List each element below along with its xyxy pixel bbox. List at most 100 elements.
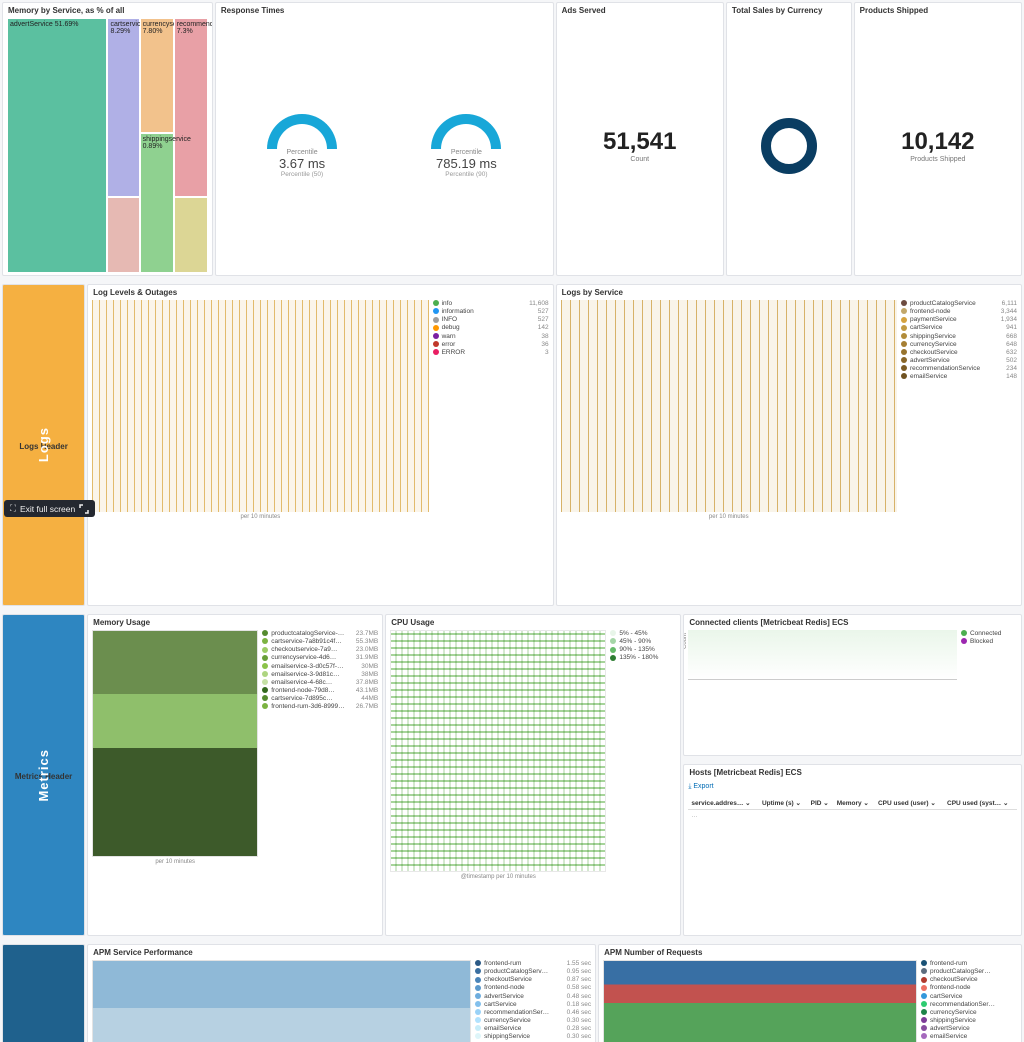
legend-item[interactable]: checkoutService bbox=[921, 976, 1017, 984]
area-chart[interactable] bbox=[92, 960, 471, 1042]
legend-item[interactable]: cartService 941 bbox=[901, 324, 1017, 332]
legend-item[interactable]: shippingService 668 bbox=[901, 333, 1017, 341]
legend-item[interactable]: INFO 527 bbox=[433, 316, 549, 324]
legend-item[interactable]: frontend-node 3,344 bbox=[901, 308, 1017, 316]
legend-item[interactable]: 135% - 180% bbox=[610, 654, 676, 662]
legend-item[interactable]: frontend-rum bbox=[921, 960, 1017, 968]
panel-apm-requests[interactable]: APM Number of Requests @timestamp per 10… bbox=[598, 944, 1022, 1042]
legend-item[interactable]: advertService 0.48 sec bbox=[475, 993, 591, 1001]
panel-title: Memory by Service, as % of all bbox=[3, 3, 212, 16]
legend-item[interactable]: 45% - 90% bbox=[610, 638, 676, 646]
legend-item[interactable]: 90% - 135% bbox=[610, 646, 676, 654]
legend-item[interactable]: frontend-node 0.58 sec bbox=[475, 984, 591, 992]
panel-total-sales[interactable]: Total Sales by Currency bbox=[726, 2, 852, 276]
panel-products-shipped[interactable]: Products Shipped 10,142 Products Shipped bbox=[854, 2, 1022, 276]
legend-item[interactable]: info 11,608 bbox=[433, 300, 549, 308]
legend-item[interactable]: ERROR 3 bbox=[433, 349, 549, 357]
legend-item[interactable]: cartService bbox=[921, 993, 1017, 1001]
line-chart[interactable] bbox=[688, 630, 957, 680]
legend-item[interactable]: currencyService 648 bbox=[901, 341, 1017, 349]
table-column-header[interactable]: CPU used (syst… ⌄ bbox=[944, 797, 1017, 810]
exit-fullscreen-button[interactable]: ⛶ Exit full screen bbox=[4, 500, 95, 517]
panel-memory-by-service[interactable]: Memory by Service, as % of all advertSer… bbox=[2, 2, 213, 276]
legend-item[interactable]: 5% - 45% bbox=[610, 630, 676, 638]
table-row[interactable]: … bbox=[688, 810, 1017, 822]
legend-item[interactable]: warn 38 bbox=[433, 333, 549, 341]
panel-log-levels[interactable]: Log Levels & Outages per 10 minutes info… bbox=[87, 284, 553, 606]
table-column-header[interactable]: service.addres… ⌄ bbox=[688, 797, 759, 810]
legend-item[interactable]: information 527 bbox=[433, 308, 549, 316]
legend-item[interactable]: Connected bbox=[961, 630, 1017, 638]
legend-item[interactable]: cartservice-7d895c… 44MB bbox=[262, 695, 378, 703]
legend-item[interactable]: emailservice-3-d0c57f-… 30MB bbox=[262, 663, 378, 671]
legend-item[interactable]: recommendationSer… 0.46 sec bbox=[475, 1009, 591, 1017]
legend-item[interactable]: currencyService 0.30 sec bbox=[475, 1017, 591, 1025]
export-link[interactable]: ⤓ Export bbox=[688, 781, 713, 793]
treemap-cell[interactable]: recommendationser 7.3% bbox=[174, 18, 208, 197]
legend-item[interactable]: productCatalogServ… 0.95 sec bbox=[475, 968, 591, 976]
legend-item[interactable]: emailservice-3-9d81c… 38MB bbox=[262, 671, 378, 679]
legend-item[interactable]: emailService bbox=[921, 1033, 1017, 1041]
bar-chart[interactable] bbox=[92, 300, 428, 512]
area-chart[interactable] bbox=[603, 960, 917, 1042]
table-column-header[interactable]: PID ⌄ bbox=[808, 797, 834, 810]
legend-item[interactable]: recommendationService 234 bbox=[901, 365, 1017, 373]
legend-item[interactable]: advertService bbox=[921, 1025, 1017, 1033]
metric-value: 10,142 bbox=[901, 128, 974, 156]
legend[interactable]: frontend-rumproductCatalogSer…checkoutSe… bbox=[917, 960, 1017, 1042]
legend-item[interactable]: productCatalogSer… bbox=[921, 968, 1017, 976]
legend[interactable]: 5% - 45%45% - 90%90% - 135%135% - 180% bbox=[606, 630, 676, 933]
legend-item[interactable]: checkoutService 632 bbox=[901, 349, 1017, 357]
legend-item[interactable]: frontend-rum-3d6-8999… 26.7MB bbox=[262, 703, 378, 711]
treemap-cell[interactable]: cartservice 8.29% bbox=[107, 18, 139, 197]
panel-apm-performance[interactable]: APM Service Performance per 10 minutes f… bbox=[87, 944, 596, 1042]
legend[interactable]: frontend-rum 1.55 secproductCatalogServ…… bbox=[471, 960, 591, 1042]
panel-memory-usage[interactable]: Memory Usage per 10 minutes productcatal… bbox=[87, 614, 383, 936]
panel-cpu-usage[interactable]: CPU Usage @timestamp per 10 minutes 5% -… bbox=[385, 614, 681, 936]
table-column-header[interactable]: Memory ⌄ bbox=[834, 797, 875, 810]
legend-item[interactable]: paymentService 1,934 bbox=[901, 316, 1017, 324]
legend-item[interactable]: emailService 0.28 sec bbox=[475, 1025, 591, 1033]
legend-item[interactable]: error 36 bbox=[433, 341, 549, 349]
legend-item[interactable]: currencyservice-4d6… 31.9MB bbox=[262, 654, 378, 662]
legend-item[interactable]: emailService 148 bbox=[901, 373, 1017, 381]
panel-logs-by-service[interactable]: Logs by Service per 10 minutes productCa… bbox=[556, 284, 1022, 606]
table-column-header[interactable]: Uptime (s) ⌄ bbox=[759, 797, 808, 810]
legend-item[interactable]: Blocked bbox=[961, 638, 1017, 646]
legend[interactable]: productCatalogService 6,111frontend-node… bbox=[897, 300, 1017, 603]
table-column-header[interactable]: CPU used (user) ⌄ bbox=[875, 797, 944, 810]
treemap-cell[interactable] bbox=[174, 197, 208, 274]
treemap-cell[interactable]: shippingservice 0.89% bbox=[140, 133, 174, 273]
area-chart[interactable] bbox=[92, 630, 258, 857]
legend-item[interactable]: frontend-rum 1.55 sec bbox=[475, 960, 591, 968]
legend-item[interactable]: advertService 502 bbox=[901, 357, 1017, 365]
legend-item[interactable]: debug 142 bbox=[433, 324, 549, 332]
legend-item[interactable]: productCatalogService 6,111 bbox=[901, 300, 1017, 308]
legend-item[interactable]: checkoutservice-7a9… 23.0MB bbox=[262, 646, 378, 654]
panel-ads-served[interactable]: Ads Served 51,541 Count bbox=[556, 2, 724, 276]
treemap-cell[interactable]: advertService 51.69% bbox=[7, 18, 107, 273]
bar-chart[interactable] bbox=[561, 300, 897, 512]
hosts-table[interactable]: service.addres… ⌄Uptime (s) ⌄PID ⌄Memory… bbox=[688, 797, 1017, 821]
panel-hosts-redis[interactable]: Hosts [Metricbeat Redis] ECS ⤓ Export se… bbox=[683, 764, 1022, 936]
legend-item[interactable]: shippingService 0.30 sec bbox=[475, 1033, 591, 1041]
legend-item[interactable]: recommendationSer… bbox=[921, 1001, 1017, 1009]
legend-item[interactable]: emailservice-4-68c… 37.8MB bbox=[262, 679, 378, 687]
legend-item[interactable]: currencyService bbox=[921, 1009, 1017, 1017]
legend-item[interactable]: checkoutService 0.87 sec bbox=[475, 976, 591, 984]
panel-connected-clients[interactable]: Connected clients [Metricbeat Redis] ECS… bbox=[683, 614, 1022, 756]
legend[interactable]: info 11,608information 527INFO 527debug … bbox=[429, 300, 549, 603]
treemap-cell[interactable]: currencyservice 7.80% bbox=[140, 18, 174, 133]
legend-item[interactable]: cartService 0.18 sec bbox=[475, 1001, 591, 1009]
legend-item[interactable]: frontend-node-79d8… 43.1MB bbox=[262, 687, 378, 695]
legend-item[interactable]: frontend-node bbox=[921, 984, 1017, 992]
legend-item[interactable]: cartservice-7a8b91c4f… 55.3MB bbox=[262, 638, 378, 646]
heatmap[interactable] bbox=[390, 630, 606, 872]
legend-item[interactable]: productcatalogService-… 23.7MB bbox=[262, 630, 378, 638]
legend[interactable]: ConnectedBlocked bbox=[957, 630, 1017, 753]
panel-response-times[interactable]: Response Times Percentile 3.67 ms Percen… bbox=[215, 2, 554, 276]
legend-item[interactable]: shippingService bbox=[921, 1017, 1017, 1025]
legend[interactable]: productcatalogService-… 23.7MBcartservic… bbox=[258, 630, 378, 933]
treemap-cell[interactable] bbox=[107, 197, 139, 274]
gauge-p50: Percentile 3.67 ms Percentile (50) bbox=[267, 114, 337, 178]
